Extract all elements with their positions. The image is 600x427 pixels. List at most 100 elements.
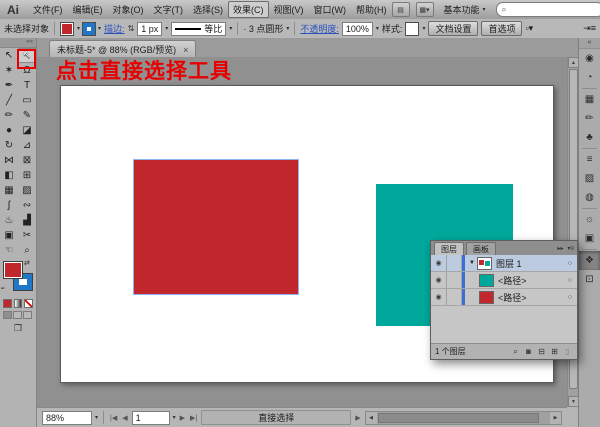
width-tool[interactable]: ⋈: [0, 153, 18, 168]
eraser-tool[interactable]: ◪: [18, 123, 36, 138]
stroke-width-stepper[interactable]: ⇅: [128, 24, 135, 33]
stroke-profile-select[interactable]: 等比: [171, 22, 226, 36]
menu-view[interactable]: 视图(V): [269, 1, 309, 18]
arrange-documents-button[interactable]: ▦▾: [416, 2, 434, 17]
stroke-width-field[interactable]: 1 px: [137, 22, 162, 36]
brushes-panel-icon[interactable]: ✏: [579, 109, 600, 128]
menu-file[interactable]: 文件(F): [28, 1, 68, 18]
new-layer-icon[interactable]: ⊞: [549, 347, 560, 357]
tab-artboards[interactable]: 画板: [466, 242, 496, 255]
chevron-down-icon[interactable]: ▾: [422, 25, 425, 32]
none-button[interactable]: [24, 299, 33, 308]
menu-window[interactable]: 窗口(W): [309, 1, 352, 18]
chevron-down-icon[interactable]: ▾: [173, 414, 176, 421]
preferences-button[interactable]: 首选项: [481, 21, 522, 36]
symbol-sprayer-tool[interactable]: ♨: [0, 213, 18, 228]
scale-tool[interactable]: ⊿: [18, 138, 36, 153]
panel-menu-icon[interactable]: ▾≡: [567, 245, 574, 252]
screen-mode-icon[interactable]: ❐: [0, 323, 36, 334]
last-artboard-button[interactable]: ▶|: [189, 414, 198, 422]
draw-behind-button[interactable]: [13, 311, 22, 319]
eyedropper-tool[interactable]: ʃ: [0, 198, 18, 213]
fill-color-swatch[interactable]: [60, 22, 74, 36]
first-artboard-button[interactable]: |◀: [109, 414, 118, 422]
fill-swatch[interactable]: [3, 261, 23, 279]
layers-panel-icon[interactable]: ❖: [579, 251, 600, 270]
menu-help[interactable]: 帮助(H): [351, 1, 392, 18]
horizontal-scrollbar[interactable]: ◀ ▶: [365, 411, 562, 425]
stroke-panel-icon[interactable]: ≡: [579, 150, 600, 169]
zoom-tool[interactable]: ⌕: [18, 243, 36, 258]
magic-wand-tool[interactable]: ✶: [0, 63, 18, 78]
collapse-panel-icon[interactable]: ▸▸: [557, 245, 563, 252]
brush-definition[interactable]: · 3 点圆形: [243, 22, 283, 35]
artboard-tool[interactable]: ▣: [0, 228, 18, 243]
horizontal-scroll-thumb[interactable]: [378, 413, 539, 423]
target-circle-icon[interactable]: ○: [568, 294, 572, 301]
tab-layers[interactable]: 图层: [434, 242, 464, 255]
collapse-controlbar-icon[interactable]: ⇥≡: [583, 23, 596, 34]
chevron-down-icon[interactable]: ▾: [77, 25, 80, 32]
visibility-eye-icon[interactable]: ◉: [431, 289, 447, 305]
column-graph-tool[interactable]: ▟: [18, 213, 36, 228]
color-guide-panel-icon[interactable]: ◔: [579, 68, 600, 87]
scroll-left-icon[interactable]: ◀: [366, 412, 377, 424]
chevron-down-icon[interactable]: ▾: [165, 25, 168, 32]
pen-tool[interactable]: ✒: [0, 78, 18, 93]
pencil-tool[interactable]: ✎: [18, 108, 36, 123]
draw-inside-button[interactable]: [23, 311, 32, 319]
document-setup-button[interactable]: 文档设置: [428, 21, 478, 36]
lock-column[interactable]: [447, 289, 462, 305]
red-rectangle[interactable]: [133, 159, 299, 295]
draw-normal-button[interactable]: [3, 311, 12, 319]
zoom-field[interactable]: 88%: [42, 411, 92, 425]
menu-edit[interactable]: 编辑(E): [68, 1, 108, 18]
lock-column[interactable]: [447, 272, 462, 288]
free-transform-tool[interactable]: ⊠: [18, 153, 36, 168]
paintbrush-tool[interactable]: ✏: [0, 108, 18, 123]
type-tool[interactable]: T: [18, 78, 36, 93]
artboard-number-field[interactable]: 1: [132, 411, 170, 425]
stroke-link[interactable]: 描边:: [104, 22, 125, 35]
gradient-panel-icon[interactable]: ▨: [579, 169, 600, 188]
chevron-down-icon[interactable]: ▾: [286, 25, 289, 32]
mesh-tool[interactable]: ▦: [0, 183, 18, 198]
layer-row[interactable]: ◉▼图层 1○: [431, 255, 577, 272]
style-swatch[interactable]: [405, 22, 419, 36]
expand-triangle-icon[interactable]: ▼: [469, 260, 477, 266]
chevron-down-icon[interactable]: ▾: [229, 25, 232, 32]
collapse-tools-icon[interactable]: ««: [0, 38, 36, 48]
symbol-options-icon[interactable]: ▫▾: [525, 23, 533, 34]
blend-tool[interactable]: ∾: [18, 198, 36, 213]
symbols-panel-icon[interactable]: ♣: [579, 128, 600, 147]
shape-builder-tool[interactable]: ◧: [0, 168, 18, 183]
scroll-right-icon[interactable]: ▶: [550, 412, 561, 424]
workspace-switcher[interactable]: 基本功能 ▾: [440, 2, 490, 17]
menu-object[interactable]: 对象(O): [108, 1, 149, 18]
previous-artboard-button[interactable]: ◀: [121, 414, 128, 422]
swap-fill-stroke-icon[interactable]: ⇄: [24, 259, 30, 267]
line-segment-tool[interactable]: ╱: [0, 93, 18, 108]
target-circle-icon[interactable]: ○: [568, 260, 572, 267]
close-tab-icon[interactable]: ×: [183, 45, 188, 55]
blob-brush-tool[interactable]: ●: [0, 123, 18, 138]
search-input[interactable]: ⌕: [496, 2, 600, 17]
target-circle-icon[interactable]: ○: [568, 277, 572, 284]
appearance-panel-icon[interactable]: ☼: [579, 210, 600, 229]
visibility-eye-icon[interactable]: ◉: [431, 255, 447, 271]
chevron-down-icon[interactable]: ▾: [98, 25, 101, 32]
rotate-tool[interactable]: ↻: [0, 138, 18, 153]
gradient-button[interactable]: [14, 299, 23, 308]
menu-effect[interactable]: 效果(C): [228, 1, 269, 18]
default-fill-stroke-icon[interactable]: ▪▫: [1, 286, 5, 292]
status-options-icon[interactable]: ▶: [354, 414, 361, 422]
opacity-link[interactable]: 不透明度:: [300, 22, 339, 35]
perspective-grid-tool[interactable]: ⊞: [18, 168, 36, 183]
expand-panels-icon[interactable]: «: [579, 38, 600, 49]
hand-tool[interactable]: ☜: [0, 243, 18, 258]
stroke-color-swatch[interactable]: [83, 23, 95, 35]
clipping-mask-icon[interactable]: ◙: [523, 347, 534, 357]
chevron-down-icon[interactable]: ▾: [95, 414, 98, 421]
menu-select[interactable]: 选择(S): [188, 1, 228, 18]
color-panel-icon[interactable]: ◉: [579, 49, 600, 68]
